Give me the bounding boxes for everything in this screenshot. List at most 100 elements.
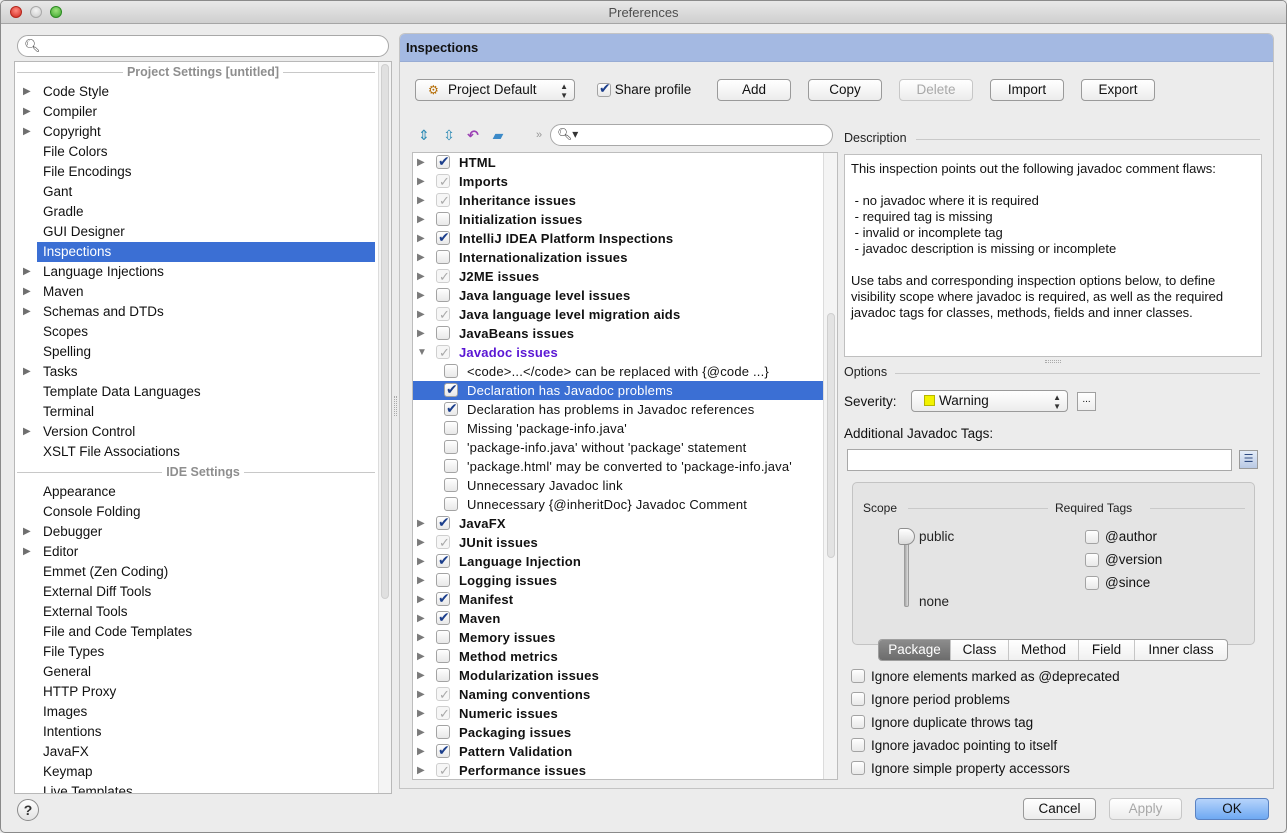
inspection-group[interactable]: ▶ Initialization issues: [413, 210, 837, 229]
inspection-group[interactable]: ▶ Internationalization issues: [413, 248, 837, 267]
inspection-group[interactable]: ▶ IntelliJ IDEA Platform Inspections: [413, 228, 837, 248]
sidebar-item[interactable]: ▶ Debugger: [15, 522, 375, 542]
overflow-icon[interactable]: »: [530, 126, 548, 144]
expand-arrow-icon[interactable]: ▶: [417, 191, 425, 210]
tab-package[interactable]: Package: [879, 640, 951, 660]
ignore-option-checkbox[interactable]: Ignore period problems: [851, 692, 1010, 707]
required-tag-checkbox[interactable]: @version: [1085, 552, 1162, 568]
zoom-window-button[interactable]: [50, 6, 62, 18]
inspection-group[interactable]: ▶ Java language level migration aids: [413, 305, 837, 324]
sidebar-item[interactable]: Images: [15, 702, 375, 722]
inspection-item[interactable]: Missing 'package-info.java': [413, 419, 837, 438]
expand-arrow-icon[interactable]: ▶: [23, 282, 31, 302]
expand-text-icon[interactable]: ☰: [1239, 450, 1258, 469]
expand-arrow-icon[interactable]: ▶: [417, 571, 425, 590]
description-splitter[interactable]: [1045, 360, 1061, 363]
inspection-checkbox[interactable]: [436, 172, 450, 191]
expand-arrow-icon[interactable]: ▶: [417, 229, 425, 248]
inspection-checkbox[interactable]: [436, 305, 450, 324]
inspection-checkbox[interactable]: [436, 288, 450, 302]
sidebar-item[interactable]: ▶ Editor: [15, 542, 375, 562]
expand-arrow-icon[interactable]: ▶: [417, 514, 425, 533]
inspection-checkbox[interactable]: [436, 649, 450, 663]
import-button[interactable]: Import: [990, 79, 1064, 101]
expand-arrow-icon[interactable]: ▶: [417, 267, 425, 286]
inspection-item[interactable]: Declaration has Javadoc problems: [413, 380, 823, 400]
expand-arrow-icon[interactable]: ▶: [417, 761, 425, 779]
sidebar-item[interactable]: Template Data Languages: [15, 382, 375, 402]
inspection-checkbox[interactable]: [436, 704, 450, 723]
inspection-checkbox[interactable]: [436, 228, 450, 247]
expand-arrow-icon[interactable]: ▶: [417, 590, 425, 609]
add-button[interactable]: Add: [717, 79, 791, 101]
apply-button[interactable]: Apply: [1109, 798, 1182, 820]
inspection-group[interactable]: ▶ HTML: [413, 153, 837, 172]
inspection-checkbox[interactable]: [436, 685, 450, 704]
sidebar-item[interactable]: ▶ Code Style: [15, 82, 375, 102]
sidebar-item[interactable]: Gradle: [15, 202, 375, 222]
expand-arrow-icon[interactable]: ▶: [417, 324, 425, 343]
collapse-arrow-icon[interactable]: ▼: [417, 343, 427, 362]
ignore-option-checkbox[interactable]: Ignore simple property accessors: [851, 761, 1070, 776]
inspection-group[interactable]: ▶ Language Injection: [413, 551, 837, 571]
inspection-checkbox[interactable]: [436, 630, 450, 644]
checkbox[interactable]: [851, 669, 865, 683]
expand-arrow-icon[interactable]: ▶: [417, 609, 425, 628]
inspection-checkbox[interactable]: [444, 421, 458, 435]
ignore-option-checkbox[interactable]: Ignore duplicate throws tag: [851, 715, 1033, 730]
sidebar-item[interactable]: GUI Designer: [15, 222, 375, 242]
expand-arrow-icon[interactable]: ▶: [417, 685, 425, 704]
tab-field[interactable]: Field: [1079, 640, 1135, 660]
sidebar-item[interactable]: JavaFX: [15, 742, 375, 762]
expand-arrow-icon[interactable]: ▶: [23, 302, 31, 322]
sidebar-item[interactable]: ▶ Compiler: [15, 102, 375, 122]
sidebar-item[interactable]: External Tools: [15, 602, 375, 622]
inspection-checkbox[interactable]: [444, 459, 458, 473]
checkbox[interactable]: [851, 692, 865, 706]
inspection-group[interactable]: ▶ Memory issues: [413, 628, 837, 647]
inspection-checkbox[interactable]: [436, 250, 450, 264]
scrollbar-thumb[interactable]: [827, 313, 835, 558]
sidebar-item[interactable]: Intentions: [15, 722, 375, 742]
inspection-group[interactable]: ▶ JavaBeans issues: [413, 324, 837, 343]
inspection-group[interactable]: ▶ J2ME issues: [413, 267, 837, 286]
expand-arrow-icon[interactable]: ▶: [23, 542, 31, 562]
inspection-item[interactable]: Unnecessary Javadoc link: [413, 476, 837, 495]
expand-all-icon[interactable]: ⇕: [415, 126, 433, 144]
sidebar-item[interactable]: ▶ Schemas and DTDs: [15, 302, 375, 322]
ignore-option-checkbox[interactable]: Ignore javadoc pointing to itself: [851, 738, 1057, 753]
inspection-checkbox[interactable]: [436, 551, 450, 570]
inspection-checkbox[interactable]: [436, 533, 450, 552]
inspection-group[interactable]: ▶ Inheritance issues: [413, 191, 837, 210]
expand-arrow-icon[interactable]: ▶: [417, 647, 425, 666]
expand-arrow-icon[interactable]: ▶: [417, 305, 425, 324]
share-profile-checkbox[interactable]: Share profile: [597, 80, 691, 98]
settings-search-field[interactable]: 🔍︎: [17, 35, 389, 57]
inspection-group[interactable]: ▶ Naming conventions: [413, 685, 837, 704]
export-button[interactable]: Export: [1081, 79, 1155, 101]
sidebar-item[interactable]: File and Code Templates: [15, 622, 375, 642]
scrollbar-thumb[interactable]: [381, 64, 389, 599]
sidebar-item[interactable]: Emmet (Zen Coding): [15, 562, 375, 582]
inspection-checkbox[interactable]: [436, 668, 450, 682]
sidebar-item[interactable]: Spelling: [15, 342, 375, 362]
tab-inner-class[interactable]: Inner class: [1135, 640, 1227, 660]
sidebar-item[interactable]: Gant: [15, 182, 375, 202]
inspection-checkbox[interactable]: [436, 513, 450, 532]
expand-arrow-icon[interactable]: ▶: [417, 533, 425, 552]
inspection-checkbox[interactable]: [444, 440, 458, 454]
expand-arrow-icon[interactable]: ▶: [417, 248, 425, 267]
additional-tags-input[interactable]: [847, 449, 1232, 471]
tab-method[interactable]: Method: [1009, 640, 1079, 660]
checkbox[interactable]: [1085, 530, 1099, 545]
eraser-icon[interactable]: ▰: [489, 126, 507, 144]
sidebar-item[interactable]: File Encodings: [15, 162, 375, 182]
sidebar-item[interactable]: Keymap: [15, 762, 375, 782]
inspection-group[interactable]: ▶ Manifest: [413, 589, 837, 609]
inspection-group[interactable]: ▶ JavaFX: [413, 513, 837, 533]
inspection-group[interactable]: ▶ Imports: [413, 172, 837, 191]
ok-button[interactable]: OK: [1195, 798, 1269, 820]
minimize-window-button[interactable]: [30, 6, 42, 18]
close-window-button[interactable]: [10, 6, 22, 18]
expand-arrow-icon[interactable]: ▶: [417, 210, 425, 229]
